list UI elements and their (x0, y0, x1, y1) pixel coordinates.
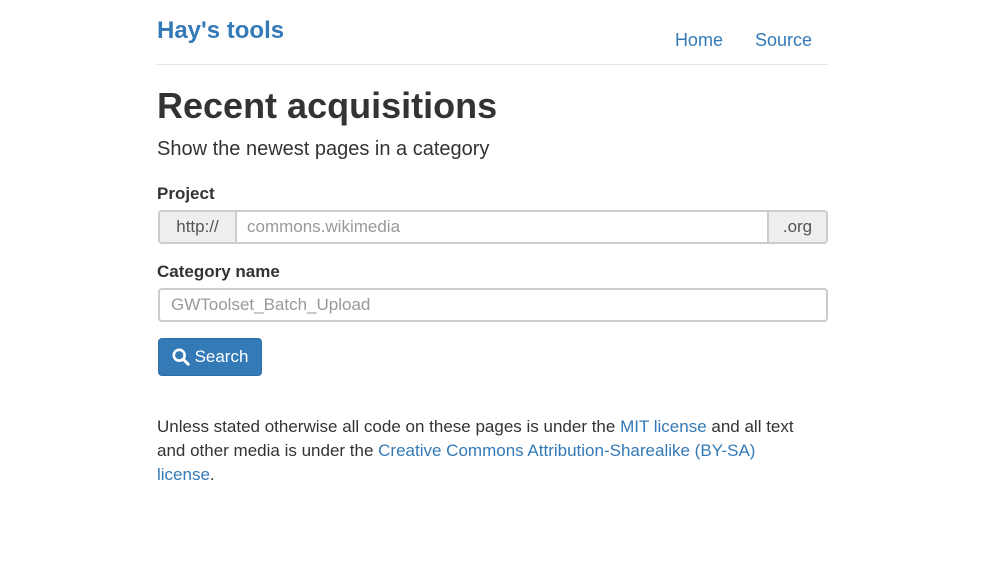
project-input-group: http:// .org (158, 210, 828, 244)
search-icon (172, 348, 190, 366)
project-prefix-addon: http:// (158, 210, 235, 244)
footer-text-before: Unless stated otherwise all code on thes… (157, 417, 621, 436)
brand-link[interactable]: Hay's tools (157, 15, 284, 47)
page-title: Recent acquisitions (157, 85, 498, 126)
category-label: Category name (157, 262, 280, 281)
nav-home-link[interactable]: Home (675, 28, 723, 52)
nav-source-link[interactable]: Source (755, 28, 812, 52)
header: Hay's tools Home Source (157, 0, 828, 65)
project-input[interactable] (235, 210, 769, 244)
search-button-label: Search (194, 347, 249, 366)
project-label: Project (157, 184, 215, 203)
project-suffix-addon: .org (769, 210, 828, 244)
footer-text-after: . (209, 465, 215, 484)
category-input[interactable] (158, 288, 828, 322)
page-subtitle: Show the newest pages in a category (157, 138, 490, 160)
license-footer: Unless stated otherwise all code on thes… (157, 415, 817, 487)
page-container: Hay's tools Home Source Recent acquisiti… (157, 0, 828, 484)
search-button[interactable]: Search (158, 338, 262, 376)
top-nav: Home Source (675, 28, 812, 52)
mit-license-link[interactable]: MIT license (620, 417, 707, 436)
